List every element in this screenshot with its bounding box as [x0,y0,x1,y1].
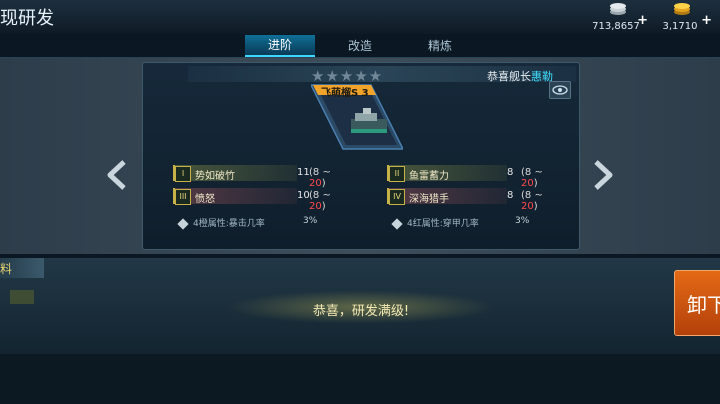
eye-icon-button[interactable] [549,81,571,99]
range-prefix: (8 ~ [521,167,543,178]
rank-iii-icon: III [175,189,191,205]
ship-name: 飞萌榴S 3 [321,88,369,99]
right-arrow-icon[interactable] [592,160,616,190]
page-title: 现研发 [0,8,54,29]
tab-modify[interactable]: 改造 [325,35,395,57]
left-arrow-icon[interactable] [104,160,128,190]
max-level-message: 恭喜，研发满级! [312,304,410,319]
tab-refine[interactable]: 精炼 [405,35,475,57]
diamond-bullet-icon [391,217,403,230]
silver-currency[interactable]: 713,8657 + [588,2,648,32]
range-max: 20 [309,201,322,212]
range-prefix: (8 ~ [309,190,331,201]
stat-range: (8 ~ 20) [309,167,337,189]
tab-bar: 进阶 改造 精炼 [245,35,475,57]
range-max: 20 [521,201,534,212]
bonus-pct: 3% [303,216,318,226]
stat-range: (8 ~ 20) [521,190,551,212]
material-slot[interactable] [10,290,34,304]
rank-i-icon: I [175,166,191,182]
gold-currency[interactable]: 3,1710 + [652,2,712,32]
add-gold-icon[interactable]: + [701,13,712,28]
bonus-note: 4红属性:穿甲几率 [391,216,479,230]
stat-row: IV 深海猎手 8 (8 ~ 20) [387,188,551,212]
bonus-text: 4橙属性:暴击几率 [193,219,265,229]
stat-label: 深海猎手 [409,194,449,205]
congrats-prefix: 恭喜舰长 [487,70,531,83]
stat-value: 10 [297,190,310,201]
stat-label: 鱼雷蓄力 [409,171,449,182]
stat-bar [173,165,297,181]
stat-value: 11 [297,167,310,178]
stat-bar [173,188,297,204]
bonus-note: 4橙属性:暴击几率 [177,216,265,230]
rank-ii-icon: II [389,166,405,182]
unload-button[interactable]: 卸下 [674,270,720,336]
stat-range: (8 ~ 20) [521,167,551,189]
eye-icon [552,85,568,95]
stat-range: (8 ~ 20) [309,190,337,212]
silver-coins-icon [610,3,626,15]
range-prefix: (8 ~ [309,167,331,178]
footer [0,354,720,404]
silver-amount: 713,8657 [592,21,640,32]
rank-iv-icon: IV [389,189,405,205]
unload-label: 卸下 [687,293,720,317]
stat-row: I 势如破竹 11 (8 ~ 20) [173,165,337,189]
bonus-text: 4红属性:穿甲几率 [407,219,479,229]
congrats-text: 恭喜舰长惠勒 [487,68,553,84]
materials-tab-label: 料 [0,262,13,276]
stat-row: III 愤怒 10 (8 ~ 20) [173,188,337,212]
stat-label: 愤怒 [195,194,215,205]
range-prefix: (8 ~ [521,190,543,201]
tab-advance[interactable]: 进阶 [245,35,315,57]
bonus-pct: 3% [515,216,530,226]
stat-row: II 鱼雷蓄力 8 (8 ~ 20) [387,165,551,189]
range-suffix: ) [533,201,538,212]
ship-info-panel: ★★★★★ 恭喜舰长惠勒 飞萌榴S 3 I 势如破竹 11 (8 ~ 20) I… [142,62,580,250]
stat-value: 8 [507,167,514,178]
diamond-bullet-icon [177,217,189,230]
gold-amount: 3,1710 [662,21,698,32]
ship-card[interactable]: 飞萌榴S 3 [311,83,403,151]
range-suffix: ) [321,201,326,212]
stat-value: 8 [507,190,514,201]
add-silver-icon[interactable]: + [637,13,648,28]
stat-label: 势如破竹 [195,171,235,182]
gold-coins-icon [674,3,690,15]
